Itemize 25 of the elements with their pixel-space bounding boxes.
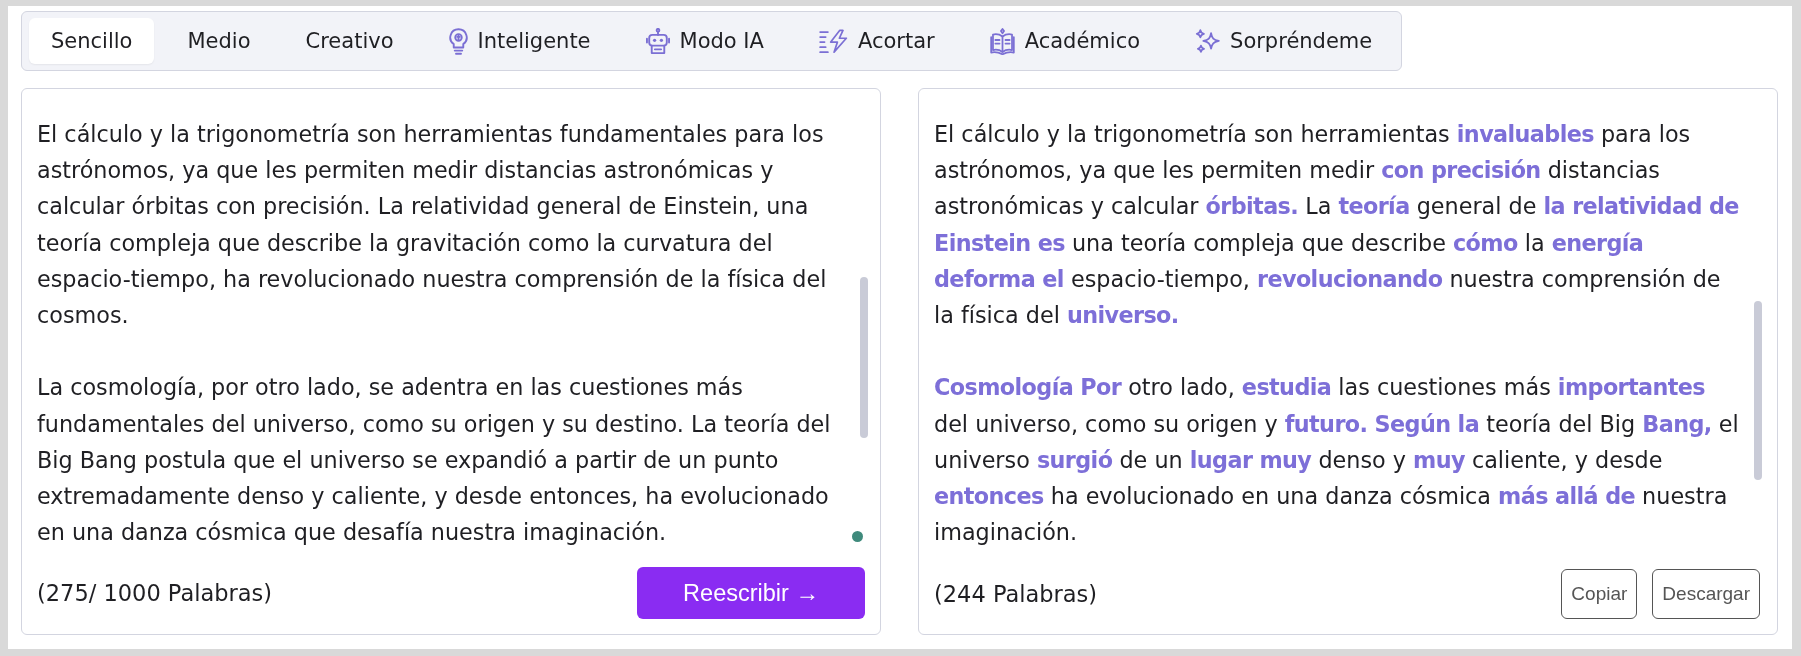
word-count: (275/ 1000 Palabras) xyxy=(37,580,273,606)
download-button[interactable]: Descargar xyxy=(1652,569,1760,619)
scrollbar-thumb[interactable] xyxy=(1754,301,1762,480)
mode-tab[interactable]: Modo IA xyxy=(623,18,786,64)
mode-tab[interactable]: Sorpréndeme xyxy=(1173,18,1395,64)
output-paragraph: El cálculo y la trigonometría son herramientas invaluables para los astrónomos, ya que les permiten medir con precisión distancias astronómicas y calcular órbitas. La teoría general de la relatividad de Einstein es una teoría compleja que describe cómo la energía deforma el espacio-tiempo, revolucionando nuestra comprensión de la física del universo. xyxy=(934,120,1740,330)
lightbulb-icon xyxy=(448,27,468,55)
word-count: (244 Palabras) xyxy=(934,581,1098,607)
mode-tab[interactable]: Académico xyxy=(967,18,1163,64)
mode-tab[interactable]: Acortar xyxy=(796,18,957,64)
input-paragraph: El cálculo y la trigonometría son herramientas fundamentales para los astrónomos, ya que les permiten medir distancias astronómicas y calcular órbitas con precisión. La relatividad general de Einstein, una teoría compleja que describe la gravitación como la curvatura del espacio-tiempo, ha revolucionado nuestra comprensión de la física del cosmos. xyxy=(37,120,828,330)
scrollbar-thumb[interactable] xyxy=(860,277,868,438)
lightning-icon xyxy=(818,29,848,53)
mode-tab[interactable]: Creativo xyxy=(283,18,416,64)
mode-tab[interactable]: Medio xyxy=(165,18,273,64)
rewrite-button[interactable]: Reescribir → xyxy=(637,567,865,619)
output-paragraph: Cosmología Por otro lado, estudia las cuestiones más importantes del universo, como su origen y futuro. Según la teoría del Big Bang, el universo surgió de un lugar muy denso y muy caliente, y desde entonces ha evolucionado en una danza cósmica más allá de nuestra imaginación. xyxy=(934,373,1740,548)
mode-tab[interactable]: Inteligente xyxy=(426,18,613,64)
robot-icon xyxy=(645,27,670,55)
sparkles-icon xyxy=(1195,28,1221,54)
dot-icon xyxy=(852,531,863,542)
copy-button[interactable]: Copiar xyxy=(1561,569,1638,619)
open-book-icon xyxy=(989,27,1015,55)
mode-tab[interactable]: Sencillo xyxy=(29,18,155,64)
input-paragraph: La cosmología, por otro lado, se adentra en las cuestiones más fundamentales del universo, como su origen y su destino. La teoría del Big Bang postula que el universo se expandió a partir de un punto extremadamente denso y caliente, y desde entonces, ha evolucionado en una danza cósmica que desafía nuestra imaginación. xyxy=(37,373,832,548)
